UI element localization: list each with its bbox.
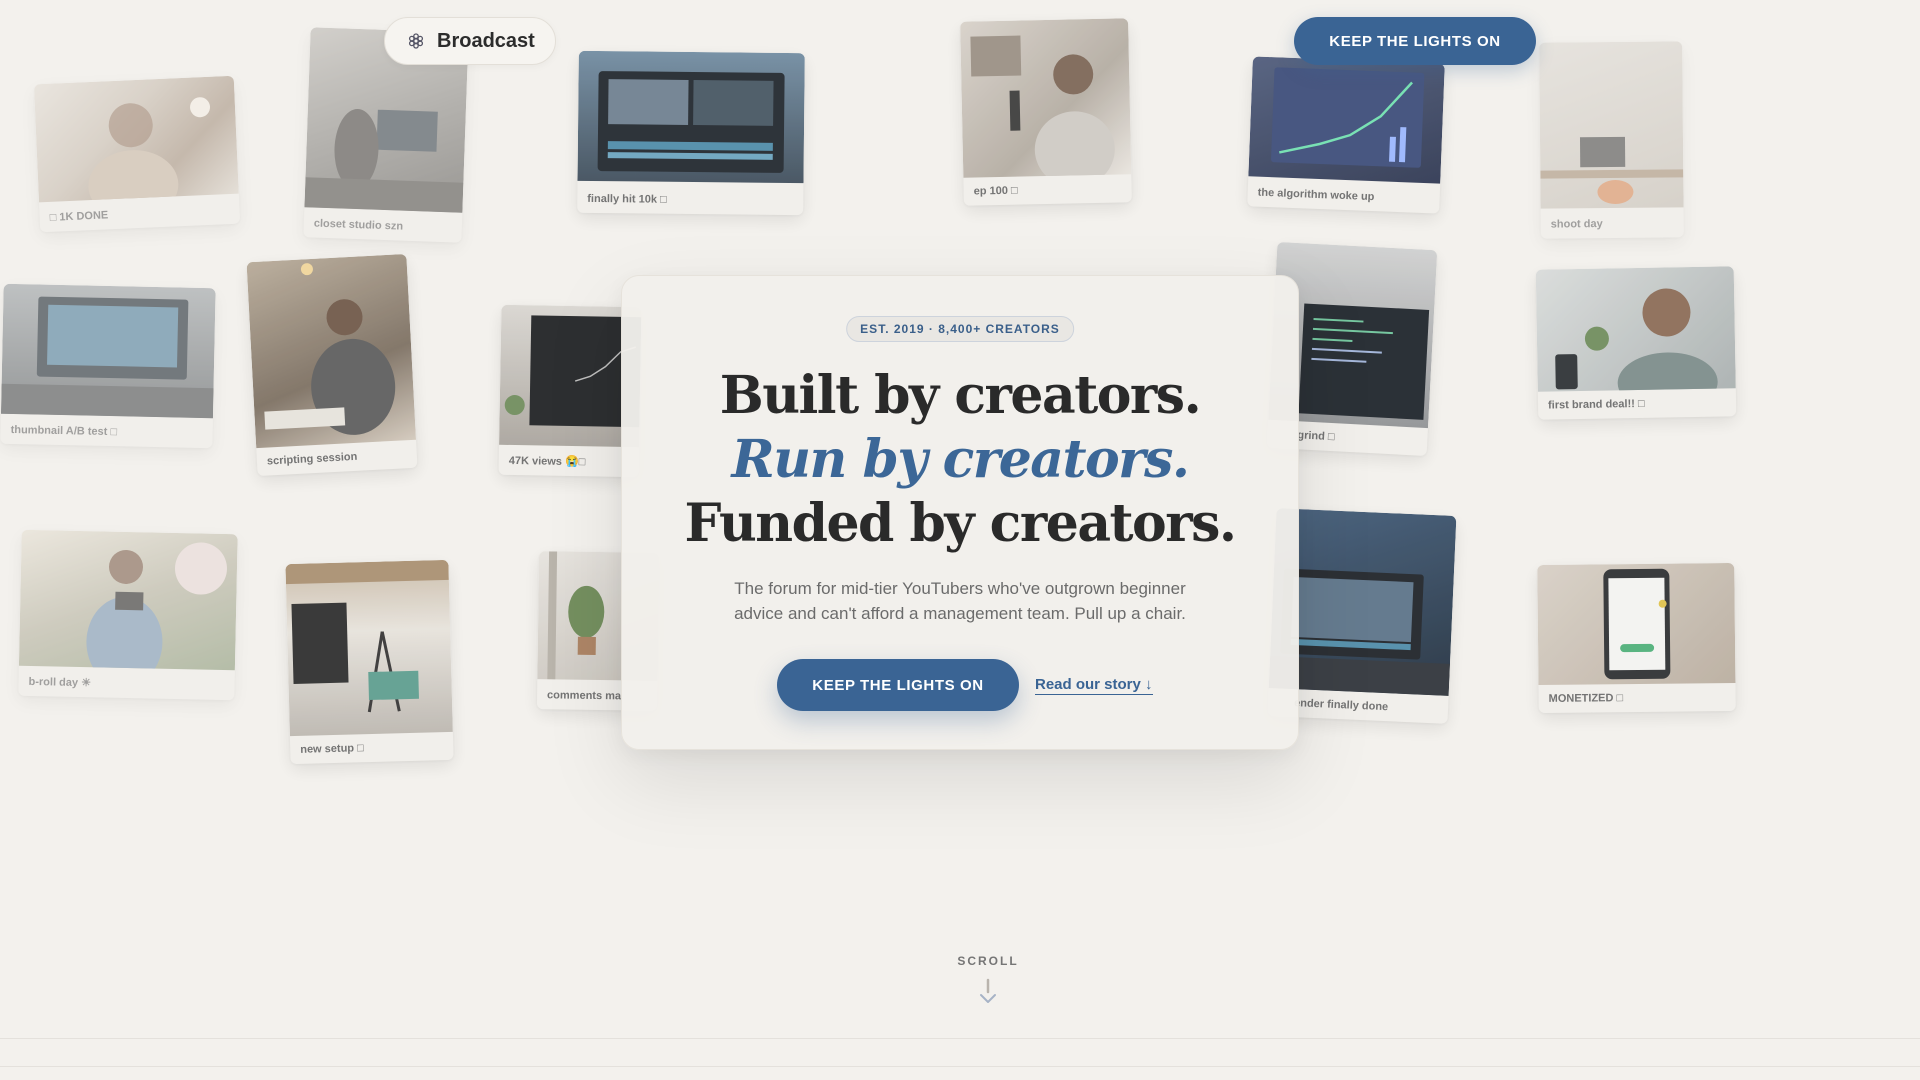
photo-desk-setup	[1539, 41, 1684, 209]
headline-accent: Run by creators.	[731, 429, 1190, 490]
photo-man-smiling-phone	[1535, 266, 1736, 392]
brand-pill[interactable]: Broadcast	[384, 17, 556, 65]
card-caption: first brand deal!! □	[1547, 397, 1645, 412]
card-caption: 47K views 😭□	[508, 454, 586, 469]
card-caption: new setup □	[300, 742, 364, 756]
hero-headline: Built by creators. Run by creators. Fund…	[662, 364, 1258, 556]
card-caption: scripting session	[266, 450, 358, 468]
photo-woman-celebrating	[33, 75, 239, 203]
read-story-link[interactable]: Read our story ↓	[1035, 676, 1153, 695]
photo-dual-monitor	[0, 283, 216, 419]
photo-card: new setup □	[285, 559, 454, 765]
photo-card: b-roll day ☀	[18, 529, 238, 701]
brand-name: Broadcast	[437, 29, 535, 52]
photo-camera-tripod-desk	[285, 559, 453, 737]
keep-lights-on-header-button[interactable]: KEEP THE LIGHTS ON	[1294, 17, 1536, 65]
photo-man-camera-park	[18, 529, 238, 671]
photo-card: scripting session	[246, 253, 418, 477]
photo-card: thumbnail A/B test □	[0, 283, 216, 449]
scroll-cue[interactable]: SCROLL	[940, 954, 1036, 1006]
card-caption: ender finally done	[1293, 697, 1389, 714]
scroll-label: SCROLL	[957, 954, 1019, 968]
photo-podcast-woman	[960, 18, 1132, 178]
card-caption: finally hit 10k □	[587, 192, 667, 206]
card-caption: shoot day	[1550, 218, 1603, 231]
headline-part1: Built by creators.	[719, 365, 1202, 426]
hero-subtext: The forum for mid-tier YouTubers who've …	[734, 579, 1186, 623]
photo-card: MONETIZED □	[1537, 562, 1736, 714]
est-badge: EST. 2019 · 8,400+ CREATORS	[846, 316, 1074, 342]
card-caption: grind □	[1297, 429, 1335, 444]
divider	[0, 1038, 1920, 1039]
divider	[0, 1066, 1920, 1067]
photo-analytics-monitor	[1248, 56, 1445, 184]
photo-card: ep 100 □	[960, 18, 1132, 206]
card-caption: the algorithm woke up	[1257, 186, 1375, 204]
hex-flower-icon	[407, 32, 425, 50]
photo-card: first brand deal!! □	[1535, 266, 1737, 420]
hero-panel: EST. 2019 · 8,400+ CREATORS Built by cre…	[621, 275, 1299, 750]
photo-card: the algorithm woke up	[1247, 56, 1445, 214]
card-caption: closet studio szn	[313, 217, 404, 233]
photo-man-writing	[246, 253, 417, 449]
card-caption: MONETIZED □	[1548, 692, 1624, 705]
photo-card: shoot day	[1539, 41, 1684, 239]
card-caption: comments ma	[547, 689, 622, 703]
photo-card: □ 1K DONE	[33, 75, 241, 233]
headline-part2: Funded by creators.	[684, 493, 1237, 554]
keep-lights-on-button[interactable]: KEEP THE LIGHTS ON	[777, 659, 1019, 711]
arrow-down-icon	[940, 978, 1036, 1006]
photo-editing-laptop	[577, 50, 805, 184]
card-caption: □ 1K DONE	[49, 209, 109, 224]
card-caption: ep 100 □	[973, 184, 1018, 198]
photo-card: finally hit 10k □	[577, 50, 805, 216]
card-caption: thumbnail A/B test □	[10, 423, 118, 439]
card-caption: b-roll day ☀	[28, 675, 92, 690]
photo-phone-monetized	[1537, 562, 1736, 686]
